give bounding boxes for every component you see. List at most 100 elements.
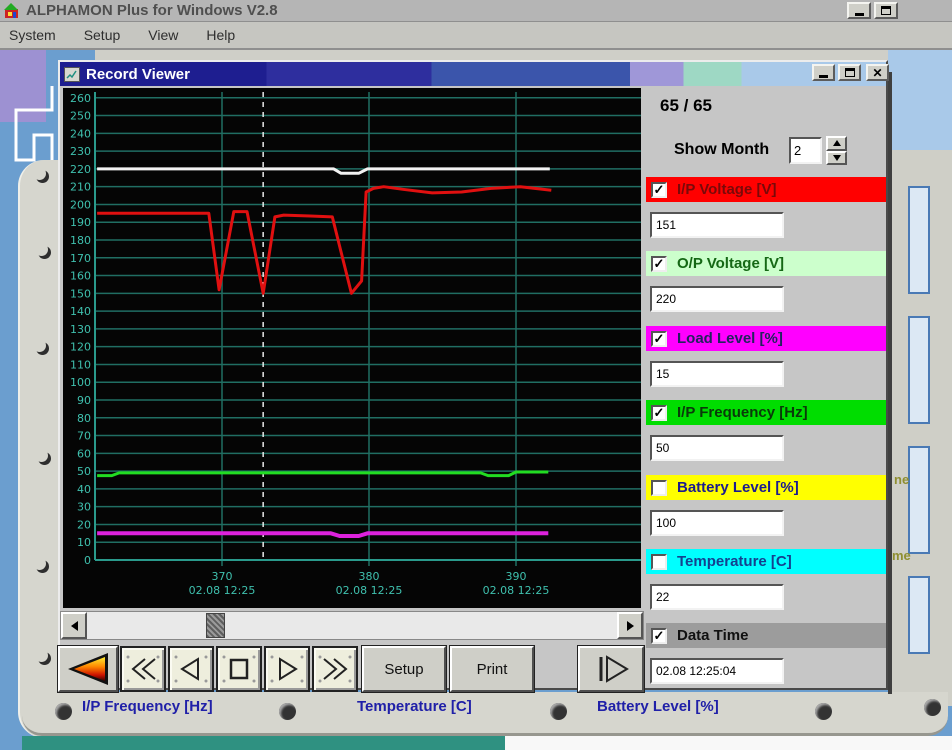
svg-text:200: 200 bbox=[70, 198, 91, 211]
main-minimize-button[interactable] bbox=[847, 2, 871, 19]
series-value-i-p-frequency-hz[interactable] bbox=[650, 435, 784, 461]
screw bbox=[924, 699, 941, 716]
maximize-icon bbox=[881, 6, 891, 15]
screw bbox=[55, 703, 72, 720]
minimize-icon bbox=[819, 75, 828, 78]
minimize-icon bbox=[855, 13, 864, 16]
svg-text:260: 260 bbox=[70, 92, 91, 105]
series-row-data-time: ✓Data Time bbox=[646, 623, 886, 648]
background-window-edge bbox=[888, 50, 952, 150]
series-value-i-p-voltage-v[interactable] bbox=[650, 212, 784, 238]
chart-horizontal-scrollbar[interactable] bbox=[60, 611, 644, 640]
scroll-left-button[interactable] bbox=[61, 612, 87, 639]
svg-text:160: 160 bbox=[70, 270, 91, 283]
svg-text:10: 10 bbox=[77, 536, 91, 549]
jump-start-button[interactable] bbox=[58, 646, 118, 692]
screw bbox=[550, 703, 567, 720]
svg-text:180: 180 bbox=[70, 234, 91, 247]
scroll-right-button[interactable] bbox=[617, 612, 643, 639]
series-value-o-p-voltage-v[interactable] bbox=[650, 286, 784, 312]
svg-text:120: 120 bbox=[70, 341, 91, 354]
checkbox-o-p-voltage-v[interactable]: ✓ bbox=[651, 256, 667, 272]
setup-button-label: Setup bbox=[384, 661, 423, 678]
screw-mark bbox=[38, 652, 51, 665]
stop-button[interactable] bbox=[216, 646, 262, 692]
jump-end-button[interactable] bbox=[578, 646, 644, 692]
series-label-o-p-voltage-v: O/P Voltage [V] bbox=[677, 255, 784, 272]
spinner-up-button[interactable] bbox=[826, 136, 847, 151]
svg-text:220: 220 bbox=[70, 163, 91, 176]
series-label-battery-level: Battery Level [%] bbox=[677, 479, 799, 496]
svg-text:140: 140 bbox=[70, 305, 91, 318]
svg-text:150: 150 bbox=[70, 287, 91, 300]
main-titlebar: ALPHAMON Plus for Windows V2.8 bbox=[0, 0, 952, 22]
series-line-o-p-voltage-v bbox=[97, 169, 550, 173]
print-button[interactable]: Print bbox=[450, 646, 534, 692]
arrow-down-icon bbox=[833, 155, 841, 161]
device-meter bbox=[908, 186, 930, 294]
app-icon bbox=[4, 3, 20, 19]
dialog-maximize-button[interactable] bbox=[838, 64, 861, 81]
window-title: ALPHAMON Plus for Windows V2.8 bbox=[26, 2, 278, 19]
checkbox-load-level[interactable]: ✓ bbox=[651, 331, 667, 347]
step-forward-button[interactable] bbox=[264, 646, 310, 692]
checkbox-battery-level[interactable] bbox=[651, 480, 667, 496]
checkbox-i-p-frequency-hz[interactable]: ✓ bbox=[651, 405, 667, 421]
spinner-down-button[interactable] bbox=[826, 151, 847, 166]
checkbox-data-time[interactable]: ✓ bbox=[651, 628, 667, 644]
chart-icon bbox=[64, 67, 80, 82]
main-maximize-button[interactable] bbox=[874, 2, 898, 19]
menu-help[interactable]: Help bbox=[206, 27, 235, 43]
record-counter: 65 / 65 bbox=[660, 96, 712, 116]
dialog-titlebar[interactable]: Record Viewer bbox=[60, 62, 886, 86]
chart-plot-area: 0102030405060708090100110120130140150160… bbox=[63, 88, 641, 608]
bg-label-temperature: Temperature [C] bbox=[357, 698, 472, 715]
desktop-strip bbox=[22, 736, 505, 750]
dialog-close-button[interactable]: ✕ bbox=[866, 64, 889, 81]
background-text-fragment: me bbox=[892, 548, 911, 563]
series-row-o-p-voltage-v: ✓ O/P Voltage [V] bbox=[646, 251, 886, 276]
dialog-shadow bbox=[888, 72, 892, 694]
svg-text:40: 40 bbox=[77, 483, 91, 496]
svg-text:190: 190 bbox=[70, 216, 91, 229]
series-row-battery-level: Battery Level [%] bbox=[646, 475, 886, 500]
series-value-battery-level[interactable] bbox=[650, 510, 784, 536]
skip-forward-button[interactable] bbox=[312, 646, 358, 692]
setup-button[interactable]: Setup bbox=[362, 646, 446, 692]
series-value-data-time[interactable] bbox=[650, 658, 784, 684]
record-chart: 0102030405060708090100110120130140150160… bbox=[63, 88, 641, 608]
dialog-minimize-button[interactable] bbox=[812, 64, 835, 81]
bg-label-ip-frequency: I/P Frequency [Hz] bbox=[82, 698, 213, 715]
step-back-button[interactable] bbox=[168, 646, 214, 692]
series-value-temperature-c[interactable] bbox=[650, 584, 784, 610]
show-month-input[interactable] bbox=[789, 137, 822, 164]
svg-text:02.08 12:25: 02.08 12:25 bbox=[189, 584, 256, 597]
svg-text:50: 50 bbox=[77, 465, 91, 478]
arrow-right-icon bbox=[627, 621, 634, 631]
bg-label-battery-level: Battery Level [%] bbox=[597, 698, 719, 715]
svg-text:210: 210 bbox=[70, 181, 91, 194]
svg-text:170: 170 bbox=[70, 252, 91, 265]
skip-back-button[interactable] bbox=[120, 646, 166, 692]
svg-text:380: 380 bbox=[359, 570, 380, 583]
svg-text:70: 70 bbox=[77, 430, 91, 443]
series-value-load-level[interactable] bbox=[650, 361, 784, 387]
play-back-icon bbox=[172, 653, 210, 685]
svg-text:02.08 12:25: 02.08 12:25 bbox=[336, 584, 403, 597]
svg-text:250: 250 bbox=[70, 110, 91, 123]
device-meter bbox=[908, 446, 930, 554]
play-forward-icon bbox=[268, 653, 306, 685]
menu-system[interactable]: System bbox=[9, 27, 56, 43]
series-row-i-p-frequency-hz: ✓I/P Frequency [Hz] bbox=[646, 400, 886, 425]
menu-setup[interactable]: Setup bbox=[84, 27, 121, 43]
scrollbar-thumb[interactable] bbox=[206, 613, 225, 638]
screw bbox=[815, 703, 832, 720]
arrow-up-icon bbox=[833, 140, 841, 146]
arrow-left-icon bbox=[71, 621, 78, 631]
colored-rewind-icon bbox=[64, 651, 112, 687]
svg-text:390: 390 bbox=[506, 570, 527, 583]
checkbox-i-p-voltage-v[interactable]: ✓ bbox=[651, 182, 667, 198]
menu-view[interactable]: View bbox=[148, 27, 178, 43]
svg-text:110: 110 bbox=[70, 358, 91, 371]
checkbox-temperature-c[interactable] bbox=[651, 554, 667, 570]
